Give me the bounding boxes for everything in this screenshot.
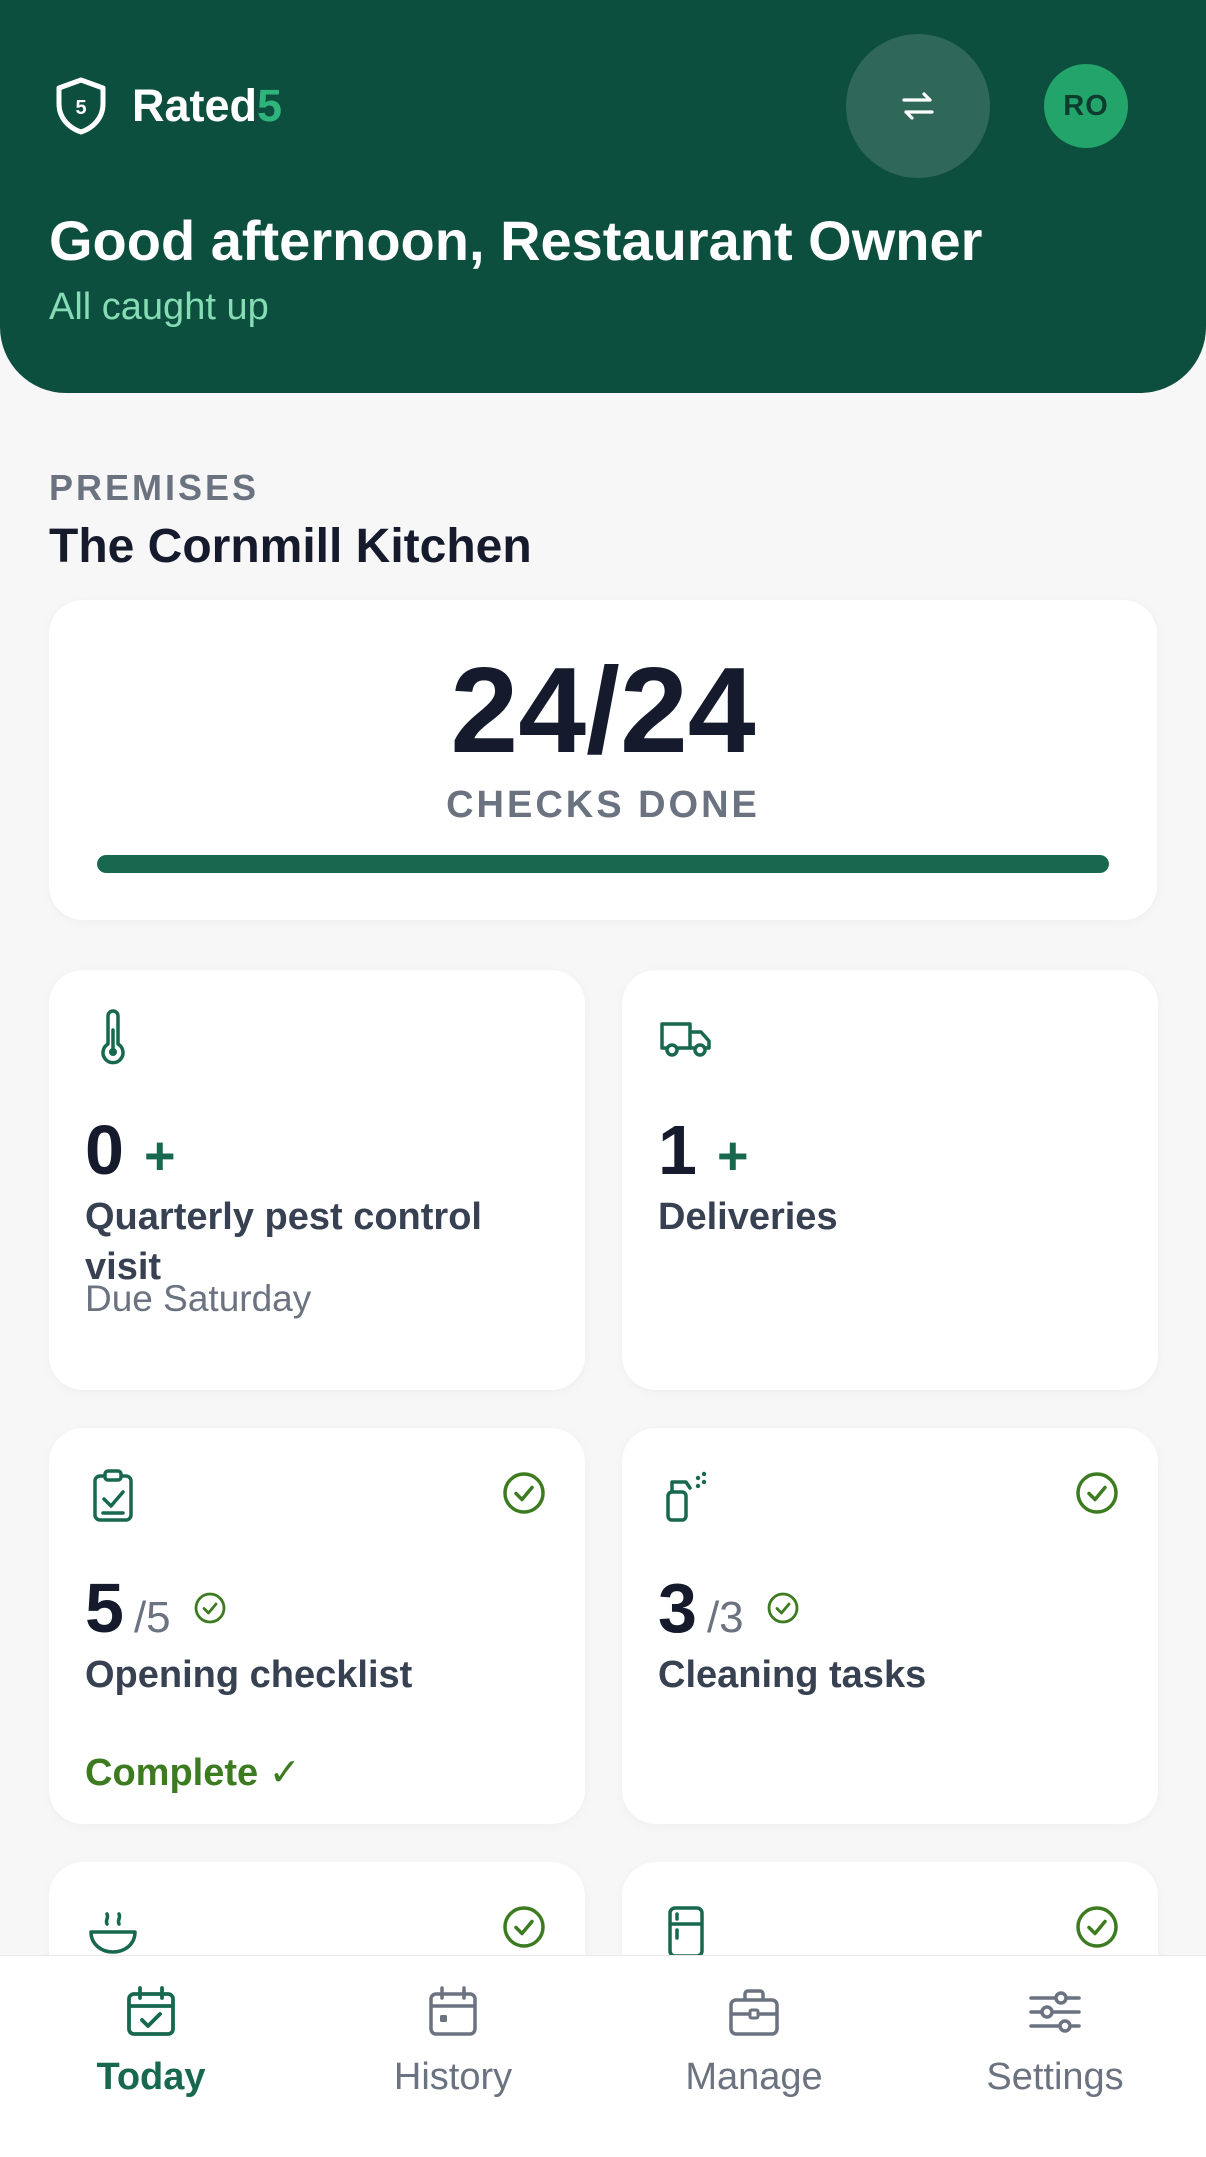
tile-count: 0 +: [85, 1110, 175, 1190]
nav-today[interactable]: Today: [0, 1956, 302, 2157]
tile-count: 1 +: [658, 1110, 748, 1190]
logo-number: 5: [75, 97, 86, 119]
check-circle-icon: [194, 1592, 226, 1624]
tile-cleaning-tasks[interactable]: 3 /3 Cleaning tasks: [622, 1428, 1158, 1824]
bowl-icon: [89, 1912, 137, 1954]
nav-label: Settings: [986, 2056, 1124, 2098]
tile-title: Deliveries: [658, 1196, 838, 1238]
check-circle-icon: [503, 1906, 545, 1948]
check-circle-icon: [1076, 1472, 1118, 1514]
sliders-icon: [1029, 1991, 1081, 2033]
brand-name: Rated5: [132, 80, 283, 131]
avatar[interactable]: RO: [1044, 64, 1128, 148]
premises-label: PREMISES: [49, 467, 260, 508]
premises-name: The Cornmill Kitchen: [49, 520, 532, 573]
tile-count-value: 3: [658, 1569, 697, 1647]
switch-premises-button[interactable]: [846, 34, 990, 178]
nav-history[interactable]: History: [302, 1956, 604, 2157]
calendar-icon: [429, 1986, 477, 2036]
tile-count-value: 1: [658, 1111, 697, 1189]
checks-summary-card[interactable]: 24/24 CHECKS DONE: [49, 600, 1157, 920]
spray-bottle-icon: [666, 1471, 707, 1522]
swap-arrows-icon: [902, 92, 934, 120]
thermometer-icon: [101, 1009, 125, 1065]
tile-due-date: Due Saturday: [85, 1278, 312, 1319]
check-circle-icon: [1076, 1906, 1118, 1948]
progress-fill: [97, 855, 1109, 873]
nav-manage[interactable]: Manage: [603, 1956, 905, 2157]
checks-count: 24/24: [450, 642, 756, 778]
tile-count: 5 /5: [85, 1568, 227, 1648]
shield-5-icon: 5: [56, 77, 106, 135]
check-circle-icon: [503, 1472, 545, 1514]
truck-icon: [660, 1022, 711, 1057]
fridge-icon: [668, 1906, 704, 1958]
status-badge: Complete ✓: [85, 1752, 301, 1794]
app-header: 5 Rated5 RO Good afternoon, Restaurant O…: [0, 0, 1206, 393]
tile-count: 3 /3: [658, 1568, 800, 1648]
greeting-title: Good afternoon, Restaurant Owner: [49, 209, 983, 272]
clipboard-check-icon: [93, 1469, 133, 1522]
tile-opening-checklist[interactable]: 5 /5 Opening checklist Complete ✓: [49, 1428, 585, 1824]
tile-title: Opening checklist: [85, 1654, 413, 1696]
tile-count-value: 0: [85, 1111, 124, 1189]
calendar-check-icon: [127, 1986, 175, 2036]
tile-pest-control[interactable]: 0 + Quarterly pest control visit Due Sat…: [49, 970, 585, 1390]
nav-label: Manage: [685, 2056, 823, 2098]
tile-count-value: 5: [85, 1569, 124, 1647]
check-circle-icon: [767, 1592, 799, 1624]
nav-label: Today: [96, 2056, 206, 2098]
status-subtitle: All caught up: [49, 286, 269, 328]
checks-progress-bar: [97, 855, 1109, 873]
nav-label: History: [393, 2056, 513, 2098]
tile-count-total: /5: [133, 1593, 171, 1642]
tile-count-total: /3: [706, 1593, 744, 1642]
briefcase-icon: [729, 1989, 779, 2036]
add-icon[interactable]: +: [144, 1125, 176, 1187]
checks-label: CHECKS DONE: [446, 784, 760, 826]
tile-deliveries[interactable]: 1 + Deliveries: [622, 970, 1158, 1390]
tile-title: Cleaning tasks: [658, 1654, 927, 1696]
add-icon[interactable]: +: [717, 1125, 749, 1187]
bottom-nav: Today History Manage Settings: [0, 1955, 1206, 2157]
nav-settings[interactable]: Settings: [904, 1956, 1206, 2157]
